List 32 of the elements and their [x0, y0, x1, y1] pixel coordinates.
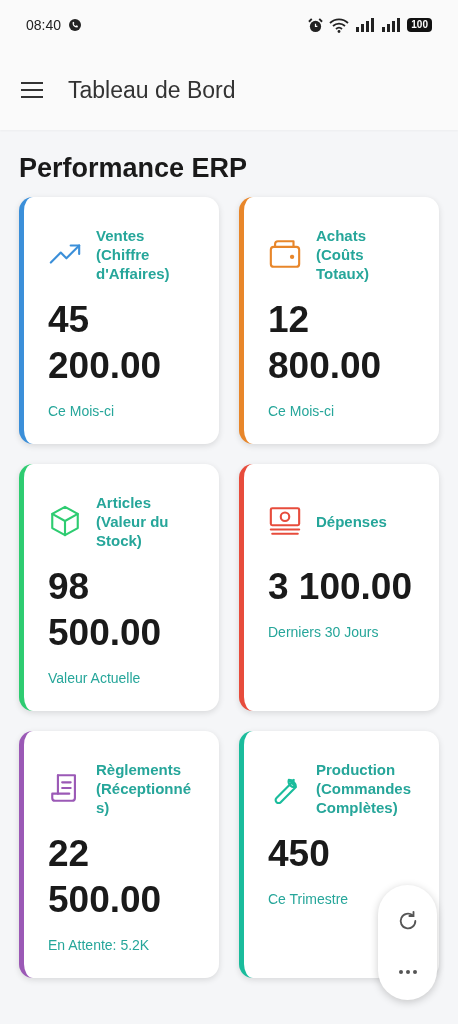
card-value: 12 800.00 [268, 298, 383, 388]
card-title: Articles (Valeur du Stock) [96, 492, 170, 550]
signal-icon [355, 18, 376, 32]
card-caption: Ce Trimestre [268, 890, 350, 909]
card-title: Ventes (Chiffre d'Affaires) [96, 225, 171, 283]
app-bar-title: Tableau de Bord [68, 75, 236, 105]
card-caption: Ce Mois-ci [268, 402, 336, 421]
card-value: 98 500.00 [48, 565, 163, 655]
card-caption: Derniers 30 Jours [268, 623, 380, 642]
wifi-icon [329, 17, 350, 33]
card-title: Production (Commandes Complètes) [316, 759, 413, 817]
cube-icon [48, 504, 82, 538]
status-time: 08:40 [26, 15, 62, 35]
section-title: Performance ERP [18, 152, 249, 185]
menu-icon[interactable] [20, 81, 44, 99]
banknote-icon [268, 504, 302, 538]
card-title: Achats (Coûts Totaux) [316, 225, 371, 283]
wallet-icon [268, 237, 302, 271]
card-value: 45 200.00 [48, 298, 163, 388]
card-caption: En Attente: 5.2K [48, 936, 151, 955]
card-value: 22 500.00 [48, 832, 163, 922]
signal-icon [381, 18, 402, 32]
card-title: Dépenses [316, 511, 388, 531]
card-title: Règlements (Réceptionnés) [96, 759, 192, 817]
card-value: 450 [268, 832, 331, 876]
card-caption: Ce Mois-ci [48, 402, 116, 421]
battery-level: 100 [407, 18, 432, 32]
phone-call-icon [69, 19, 82, 31]
card-caption: Valeur Actuelle [48, 669, 142, 688]
card-value: 3 100.00 [268, 565, 414, 609]
alarm-icon [308, 17, 324, 33]
more-icon[interactable] [397, 969, 418, 976]
